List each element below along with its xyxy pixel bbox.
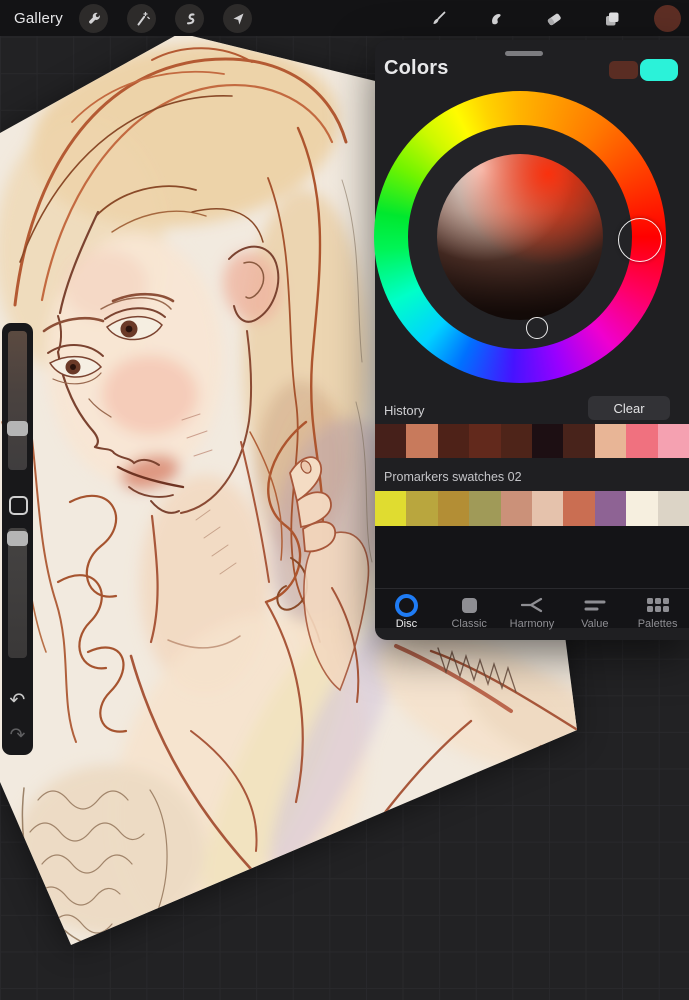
- selection-icon[interactable]: [175, 4, 204, 33]
- palettes-icon: [646, 598, 669, 612]
- tab-value-label: Value: [581, 618, 609, 630]
- tab-harmony[interactable]: Harmony: [501, 589, 564, 641]
- history-swatch-row: [375, 424, 689, 458]
- classic-icon: [461, 597, 477, 613]
- transform-icon[interactable]: [223, 4, 252, 33]
- disc-icon: [394, 593, 418, 617]
- history-label: History: [384, 403, 425, 418]
- brush-tool-icon[interactable]: [423, 4, 452, 33]
- panel-drag-handle[interactable]: [505, 51, 543, 56]
- history-swatch[interactable]: [500, 424, 533, 458]
- undo-button[interactable]: ↶: [2, 690, 33, 710]
- panel-title: Colors: [384, 57, 449, 79]
- gallery-button[interactable]: Gallery: [14, 10, 63, 27]
- top-toolbar: Gallery: [0, 0, 689, 36]
- magic-wand-icon[interactable]: [127, 4, 156, 33]
- colors-panel: Colors History Clear Promarkers swatches…: [374, 40, 689, 641]
- layers-icon[interactable]: [597, 4, 626, 33]
- brush-sidebar: ↶ ↷: [2, 323, 33, 755]
- wrench-icon[interactable]: [79, 4, 108, 33]
- tab-palettes[interactable]: Palettes: [626, 589, 689, 641]
- palette-swatch[interactable]: [563, 491, 595, 526]
- tab-palettes-label: Palettes: [637, 618, 678, 630]
- history-swatch[interactable]: [594, 424, 627, 458]
- palette-swatch-row: [375, 491, 689, 526]
- history-swatch[interactable]: [626, 424, 658, 458]
- smudge-tool-icon[interactable]: [481, 4, 510, 33]
- color-mode-tabbar: Disc Classic Harmony Value Palettes: [375, 588, 689, 641]
- palette-swatch[interactable]: [500, 491, 533, 526]
- layers-glyph: [605, 12, 618, 25]
- brush-size-slider[interactable]: [8, 331, 27, 470]
- harmony-icon: [520, 597, 543, 613]
- active-color-swatch[interactable]: [654, 5, 681, 32]
- history-swatch[interactable]: [532, 424, 564, 458]
- brush-opacity-handle[interactable]: [7, 531, 28, 546]
- brush-opacity-slider[interactable]: [8, 528, 27, 658]
- history-swatch[interactable]: [469, 424, 501, 458]
- hue-ring[interactable]: [374, 91, 666, 383]
- secondary-color-swatch[interactable]: [640, 59, 678, 81]
- palette-swatch[interactable]: [375, 491, 407, 526]
- magic-wand-glyph: [137, 11, 150, 25]
- wrench-glyph: [88, 12, 100, 24]
- palette-swatch[interactable]: [657, 491, 689, 526]
- eraser-glyph: [547, 13, 561, 25]
- transform-glyph: [233, 13, 243, 25]
- palette-swatch[interactable]: [626, 491, 658, 526]
- eraser-tool-icon[interactable]: [539, 4, 568, 33]
- clear-history-button[interactable]: Clear: [588, 396, 670, 420]
- brush-size-handle[interactable]: [7, 421, 28, 436]
- history-swatch[interactable]: [657, 424, 689, 458]
- current-color-swatch[interactable]: [609, 61, 638, 79]
- history-swatch[interactable]: [375, 424, 407, 458]
- palette-swatch[interactable]: [469, 491, 501, 526]
- smudge-glyph: [491, 13, 501, 24]
- tab-value[interactable]: Value: [563, 589, 626, 641]
- palette-swatch[interactable]: [594, 491, 627, 526]
- tab-disc-label: Disc: [395, 618, 418, 630]
- history-swatch[interactable]: [406, 424, 438, 458]
- history-swatch[interactable]: [563, 424, 595, 458]
- palette-swatch[interactable]: [532, 491, 564, 526]
- redo-button[interactable]: ↷: [2, 725, 33, 745]
- saturation-selector[interactable]: [526, 317, 548, 339]
- palette-swatch[interactable]: [406, 491, 438, 526]
- tab-classic[interactable]: Classic: [438, 589, 501, 641]
- saturation-disc[interactable]: [437, 154, 603, 320]
- tab-disc[interactable]: Disc: [375, 589, 438, 641]
- palette-name: Promarkers swatches 02: [384, 470, 522, 484]
- tab-harmony-label: Harmony: [509, 618, 555, 630]
- value-icon: [584, 600, 606, 611]
- brush-glyph: [433, 11, 445, 24]
- hue-selector[interactable]: [618, 218, 662, 262]
- history-swatch[interactable]: [437, 424, 470, 458]
- selection-glyph: [186, 12, 195, 24]
- modify-button[interactable]: [9, 496, 28, 515]
- tab-classic-label: Classic: [451, 618, 487, 630]
- palette-swatch[interactable]: [437, 491, 470, 526]
